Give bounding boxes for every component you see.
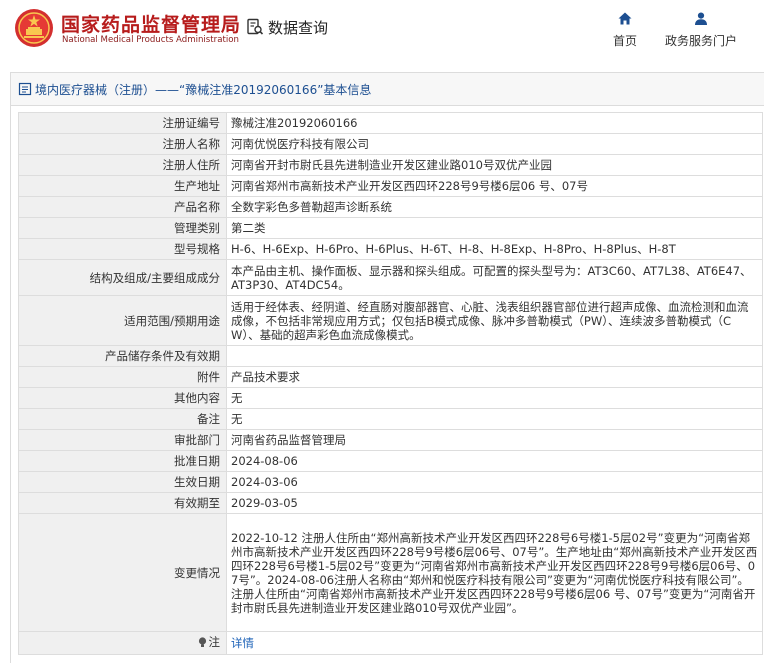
site-subtitle: National Medical Products Administration xyxy=(62,35,239,45)
table-row: 生效日期 2024-03-06 xyxy=(18,471,763,493)
row-key: 批准日期 xyxy=(18,450,227,472)
row-key: 产品储存条件及有效期 xyxy=(18,345,227,367)
search-document-icon xyxy=(247,18,264,35)
row-key: 注册人住所 xyxy=(18,154,227,176)
table-row: 结构及组成/主要组成成分 本产品由主机、操作面板、显示器和探头组成。可配置的探头型… xyxy=(18,259,763,296)
table-row: 审批部门 河南省药品监督管理局 xyxy=(18,429,763,451)
user-icon xyxy=(695,12,707,25)
nav-service-portal[interactable]: 政务服务门户 xyxy=(660,12,742,49)
nav-home-label: 首页 xyxy=(612,34,637,48)
row-key: 有效期至 xyxy=(18,492,227,514)
row-value: 无 xyxy=(226,408,763,430)
registration-info-table: 注册证编号 豫械注准20192060166 注册人名称 河南优悦医疗科技有限公司 注册人… xyxy=(18,112,763,655)
table-row: 注册人住所 河南省开封市尉氏县先进制造业开发区建业路010号双优产业园 xyxy=(18,154,763,176)
table-row: 变更情况 2022-10-12 注册人住所由“郑州高新技术产业开发区西四环228号… xyxy=(18,513,763,632)
table-row: 其他内容无 xyxy=(18,387,763,409)
row-value: 全数字彩色多普勒超声诊断系统 xyxy=(226,196,763,218)
breadcrumb: 境内医疗器械（注册）——“豫械注准20192060166”基本信息 xyxy=(35,82,372,97)
row-value: 河南省郑州市高新技术产业开发区西四环228号9号楼6层06 号、07号 xyxy=(226,175,763,197)
data-query-section: 数据查询 xyxy=(246,16,328,38)
table-row: 注册人名称 河南优悦医疗科技有限公司 xyxy=(18,133,763,155)
home-icon xyxy=(618,12,632,25)
nav-service-portal-label: 政务服务门户 xyxy=(664,34,737,48)
table-row: 注册证编号 豫械注准20192060166 xyxy=(18,112,763,134)
table-row: 有效期至 2029-03-05 xyxy=(18,492,763,514)
row-value: 产品技术要求 xyxy=(226,366,763,388)
table-row: 产品储存条件及有效期 xyxy=(18,345,763,367)
table-row-note: 注 详情 xyxy=(18,631,763,655)
row-value: 无 xyxy=(226,387,763,409)
row-key: 其他内容 xyxy=(18,387,227,409)
table-row: 适用范围/预期用途 适用于经体表、经阴道、经直肠对腹部器官、心脏、浅表组织器官部位… xyxy=(18,295,763,346)
row-value: 第二类 xyxy=(226,217,763,239)
table-row: 管理类别 第二类 xyxy=(18,217,763,239)
row-key: 注册人名称 xyxy=(18,133,227,155)
row-key: 注册证编号 xyxy=(18,112,227,134)
row-value: 2024-03-06 xyxy=(226,471,763,493)
row-value: 2024-08-06 xyxy=(226,450,763,472)
table-row: 批准日期 2024-08-06 xyxy=(18,450,763,472)
row-value: 河南省开封市尉氏县先进制造业开发区建业路010号双优产业园 xyxy=(226,154,763,176)
row-value: 详情 xyxy=(226,631,763,655)
table-row: 产品名称 全数字彩色多普勒超声诊断系统 xyxy=(18,196,763,218)
row-value: 2022-10-12 注册人住所由“郑州高新技术产业开发区西四环228号6号楼1… xyxy=(226,513,763,632)
row-key: 管理类别 xyxy=(18,217,227,239)
data-query-label: 数据查询 xyxy=(268,18,329,37)
nav-home[interactable]: 首页 xyxy=(608,12,642,49)
row-value xyxy=(226,345,763,367)
lightbulb-icon xyxy=(198,636,206,647)
site-title: 国家药品监督管理局 xyxy=(61,14,242,36)
row-value: 河南省药品监督管理局 xyxy=(226,429,763,451)
table-row: 型号规格 H-6、H-6Exp、H-6Pro、H-6Plus、H-6T、H-8、H… xyxy=(18,238,763,260)
row-key: 结构及组成/主要组成成分 xyxy=(18,259,227,296)
row-value: 本产品由主机、操作面板、显示器和探头组成。可配置的探头型号为：AT3C60、AT… xyxy=(226,259,763,296)
row-value: 适用于经体表、经阴道、经直肠对腹部器官、心脏、浅表组织器官部位进行超声成像、血流… xyxy=(226,295,763,346)
row-key: 适用范围/预期用途 xyxy=(18,295,227,346)
note-key-label: 注 xyxy=(208,635,221,649)
row-value: 河南优悦医疗科技有限公司 xyxy=(226,133,763,155)
row-key: 注 xyxy=(18,631,227,655)
row-key: 产品名称 xyxy=(18,196,227,218)
row-key: 变更情况 xyxy=(18,513,227,632)
row-key: 生产地址 xyxy=(18,175,227,197)
table-row: 附件 产品技术要求 xyxy=(18,366,763,388)
table-row: 备注无 xyxy=(18,408,763,430)
details-link[interactable]: 详情 xyxy=(231,636,254,650)
row-key: 审批部门 xyxy=(18,429,227,451)
row-value: H-6、H-6Exp、H-6Pro、H-6Plus、H-6T、H-8、H-8Ex… xyxy=(226,238,763,260)
row-key: 型号规格 xyxy=(18,238,227,260)
row-key: 备注 xyxy=(18,408,227,430)
detail-panel: 境内医疗器械（注册）——“豫械注准20192060166”基本信息 注册证编号豫… xyxy=(10,72,764,663)
table-row: 生产地址 河南省郑州市高新技术产业开发区西四环228号9号楼6层06 号、07号 xyxy=(18,175,763,197)
row-value: 2029-03-05 xyxy=(226,492,763,514)
site-header: 国家药品监督管理局 National Medical Products Admi… xyxy=(0,0,764,60)
national-emblem-icon xyxy=(15,9,53,47)
row-value: 豫械注准20192060166 xyxy=(226,112,763,134)
row-key: 生效日期 xyxy=(18,471,227,493)
document-icon xyxy=(18,82,32,96)
panel-header: 境内医疗器械（注册）——“豫械注准20192060166”基本信息 xyxy=(11,73,764,106)
row-key: 附件 xyxy=(18,366,227,388)
